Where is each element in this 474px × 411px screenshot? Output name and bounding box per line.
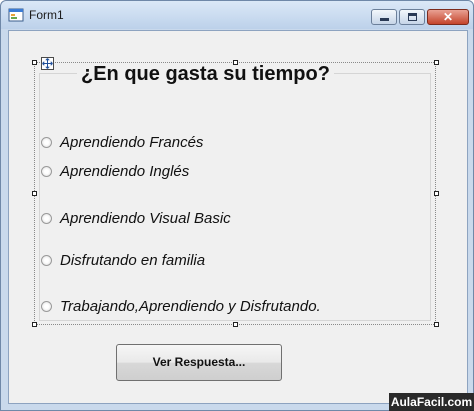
resize-handle-top-right[interactable] <box>434 60 439 65</box>
minimize-button[interactable] <box>371 9 397 25</box>
window-title: Form1 <box>29 8 64 22</box>
form-window: Form1 ✕ ¿En que gasta su tiempo? Aprendi… <box>0 0 474 411</box>
radio-label: Aprendiendo Francés <box>60 133 204 151</box>
radio-button[interactable] <box>41 212 52 224</box>
ver-respuesta-button[interactable]: Ver Respuesta... <box>116 344 282 381</box>
form-app-icon <box>8 8 24 22</box>
resize-handle-top-left[interactable] <box>32 60 37 65</box>
title-bar[interactable]: Form1 ✕ <box>1 1 473 29</box>
radio-option-ingles[interactable]: Aprendiendo Inglés <box>41 161 189 181</box>
move-handle-icon[interactable] <box>41 57 54 70</box>
radio-label: Aprendiendo Visual Basic <box>60 209 231 227</box>
radio-option-visual-basic[interactable]: Aprendiendo Visual Basic <box>41 208 231 228</box>
resize-handle-top[interactable] <box>233 60 238 65</box>
radio-label: Disfrutando en familia <box>60 251 206 269</box>
maximize-button[interactable] <box>399 9 425 25</box>
form-client-area: ¿En que gasta su tiempo? Aprendiendo Fra… <box>8 30 468 404</box>
question-heading: ¿En que gasta su tiempo? <box>77 63 334 86</box>
question-groupbox[interactable]: ¿En que gasta su tiempo? Aprendiendo Fra… <box>32 57 439 327</box>
radio-button[interactable] <box>41 254 52 266</box>
resize-handle-bottom[interactable] <box>233 322 238 327</box>
radio-label: Aprendiendo Inglés <box>60 162 190 180</box>
radio-option-familia[interactable]: Disfrutando en familia <box>41 250 205 270</box>
radio-option-frances[interactable]: Aprendiendo Francés <box>41 132 203 152</box>
groupbox-border <box>39 73 431 321</box>
close-icon: ✕ <box>442 10 454 24</box>
close-button[interactable]: ✕ <box>427 9 469 25</box>
resize-handle-bottom-right[interactable] <box>434 322 439 327</box>
resize-handle-left[interactable] <box>32 191 37 196</box>
radio-label: Trabajando,Aprendiendo y Disfrutando. <box>60 297 321 315</box>
watermark-logo: AulaFacil.com <box>389 393 474 411</box>
radio-button[interactable] <box>41 136 52 148</box>
radio-option-trabajando[interactable]: Trabajando,Aprendiendo y Disfrutando. <box>41 296 321 316</box>
resize-handle-bottom-left[interactable] <box>32 322 37 327</box>
radio-button[interactable] <box>41 165 52 177</box>
maximize-icon <box>408 13 417 21</box>
minimize-icon <box>380 18 389 21</box>
resize-handle-right[interactable] <box>434 191 439 196</box>
radio-button[interactable] <box>41 300 52 312</box>
